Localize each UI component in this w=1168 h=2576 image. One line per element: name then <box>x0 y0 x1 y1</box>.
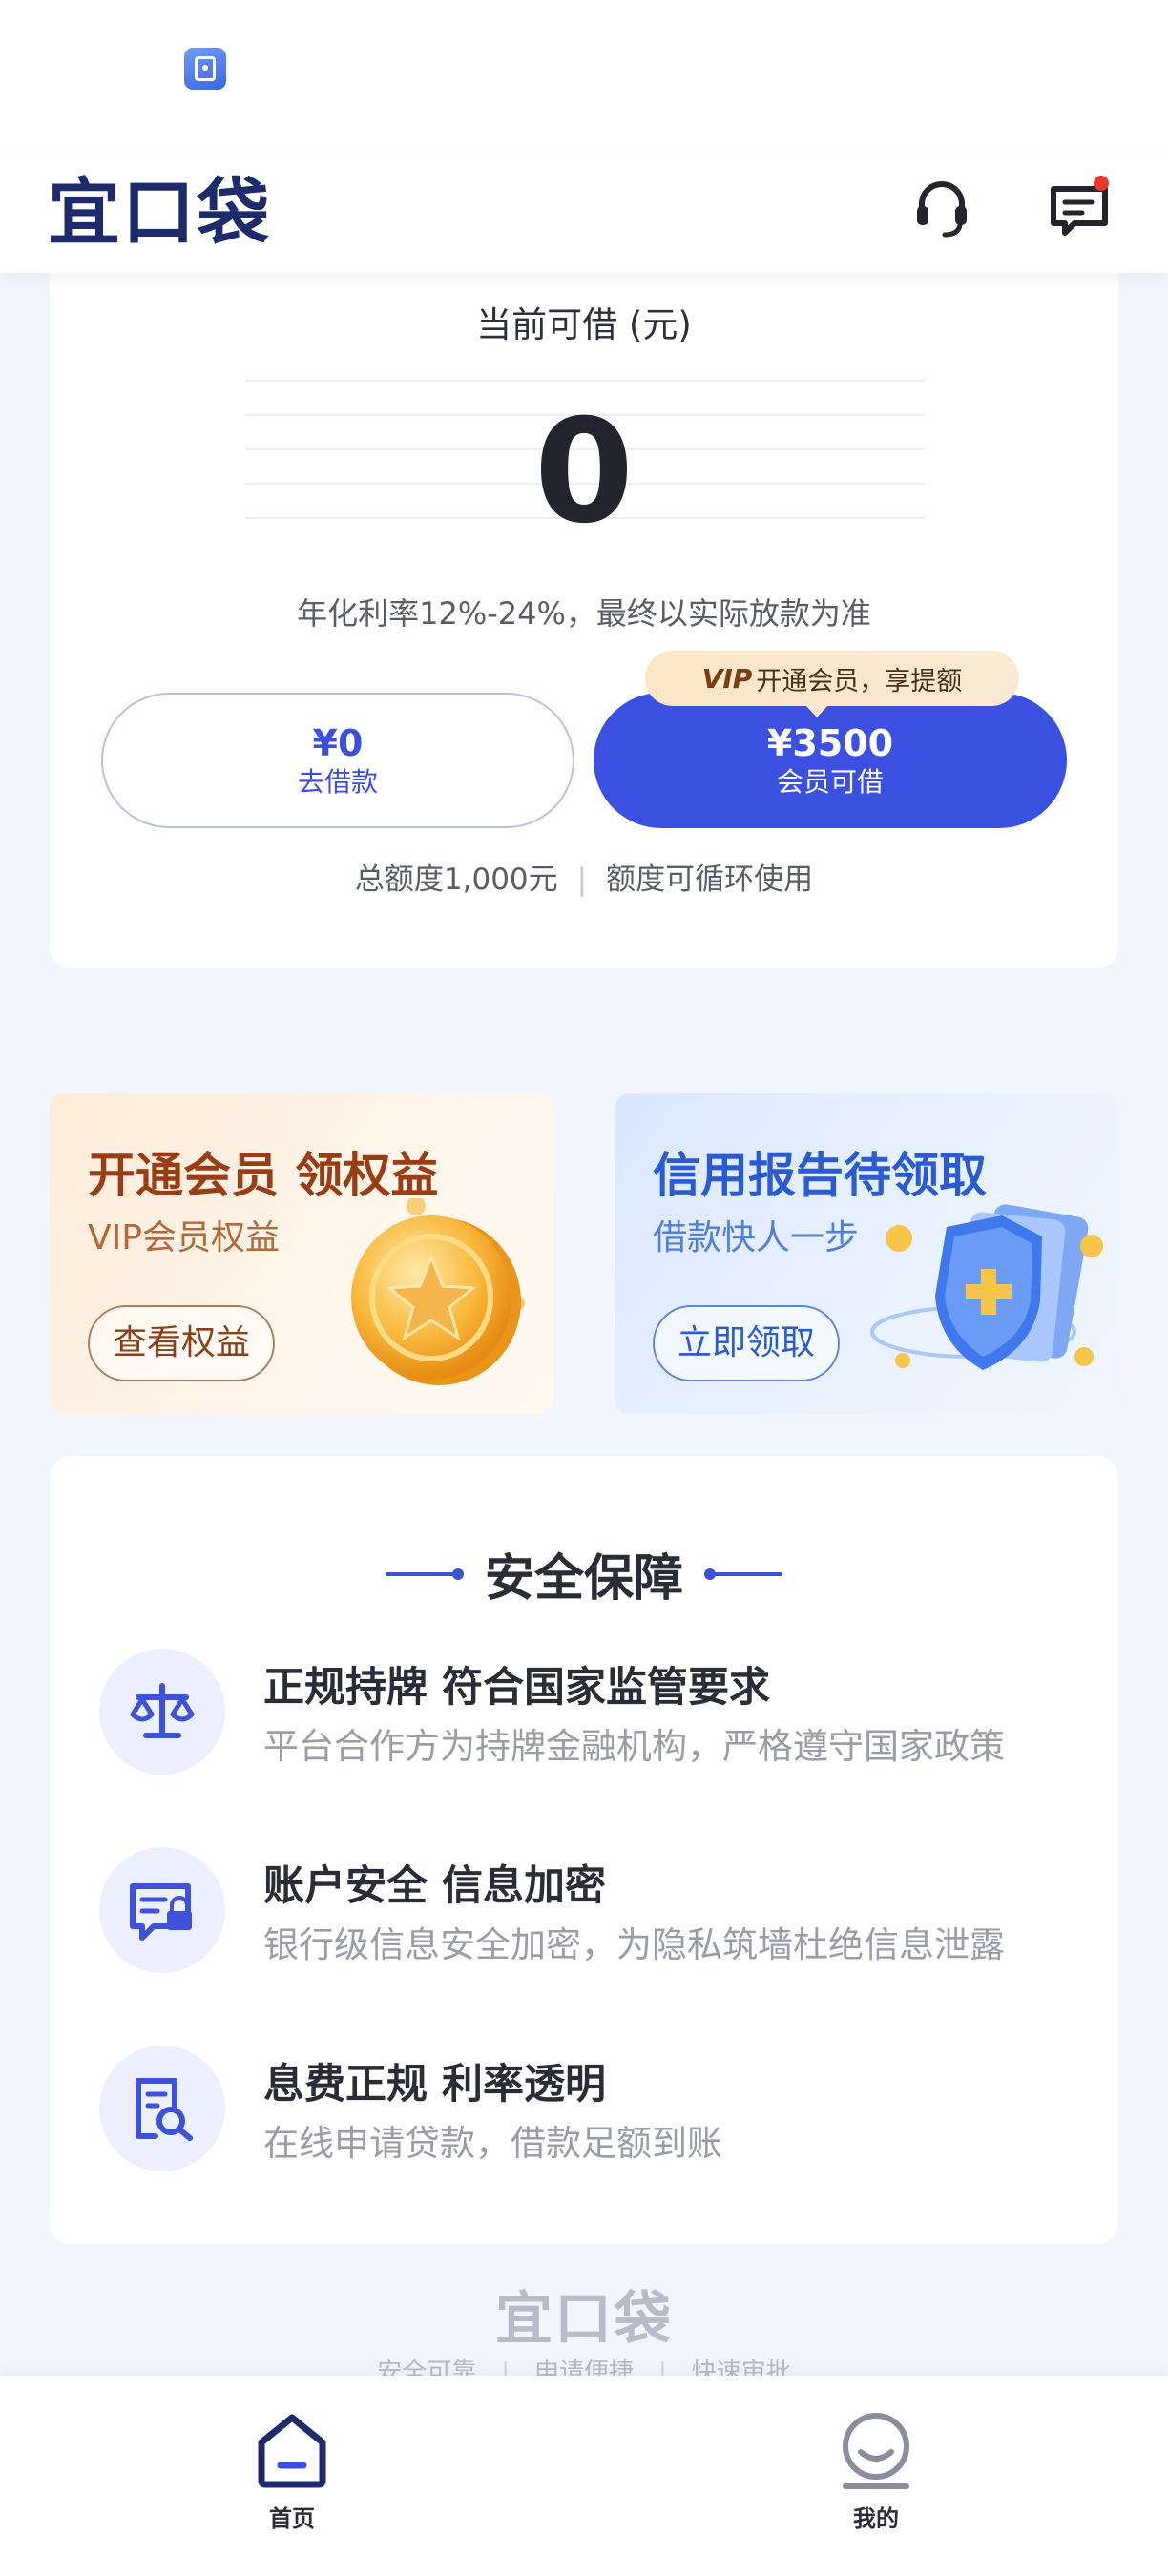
bottom-navigation: 首页 我的 <box>0 2376 1168 2576</box>
security-section: 安全保障 正规持牌 符合国家监管要求 平台合作方为持牌金融机构，严格遵守国家政策 <box>50 1456 1118 2244</box>
security-item-title: 正规持牌 符合国家监管要求 <box>263 1664 770 1712</box>
notification-dot <box>1094 176 1109 191</box>
vip-borrow-label: 会员可借 <box>776 766 884 798</box>
security-item-title: 息费正规 利率透明 <box>263 2061 606 2109</box>
app-header: 宜口袋 <box>0 153 1168 273</box>
security-item-desc: 平台合作方为持牌金融机构，严格遵守国家政策 <box>263 1726 1005 1767</box>
vip-borrow-amount: ¥3500 <box>766 722 894 764</box>
nav-mine-label: 我的 <box>853 2505 899 2532</box>
credit-report-card[interactable]: 信用报告待领取 借款快人一步 立即领取 <box>615 1093 1118 1414</box>
borrow-label: 去借款 <box>297 766 378 798</box>
home-icon <box>258 2414 326 2488</box>
vip-borrow-button[interactable]: ¥3500 会员可借 <box>594 693 1067 828</box>
gold-coin-icon <box>351 1198 525 1385</box>
vip-tip-text: 开通会员，享提额 <box>756 666 963 696</box>
vip-benefits-card[interactable]: 开通会员 领权益 VIP会员权益 查看权益 <box>50 1093 553 1414</box>
vip-benefits-subtitle: VIP会员权益 <box>88 1218 280 1257</box>
app-notification-icon <box>184 48 226 90</box>
borrow-amount: ¥0 <box>312 722 364 764</box>
security-header: 安全保障 <box>50 1538 1118 1610</box>
customer-service-icon[interactable] <box>908 174 975 240</box>
view-benefits-button[interactable]: 查看权益 <box>88 1305 276 1381</box>
nav-home[interactable]: 首页 <box>197 2410 387 2533</box>
total-quota: 总额度1,000元 <box>354 862 558 897</box>
message-icon[interactable] <box>1046 174 1113 240</box>
vip-badge-icon: VIP <box>701 662 753 695</box>
status-bar <box>0 0 1168 153</box>
security-item-title: 账户安全 信息加密 <box>263 1862 606 1910</box>
title-decoration-left <box>385 1568 464 1580</box>
footer-logo: 宜口袋 <box>495 2286 673 2353</box>
security-item-fees: 息费正规 利率透明 在线申请贷款，借款足额到账 <box>99 2046 1082 2179</box>
document-search-icon <box>99 2046 225 2171</box>
loan-card: 当前可借 (元) 0 年化利率12%-24%，最终以实际放款为准 ¥0 去借款 … <box>50 258 1118 968</box>
claim-report-button[interactable]: 立即领取 <box>653 1305 841 1381</box>
quota-note: 额度可循环使用 <box>606 862 814 897</box>
credit-report-subtitle: 借款快人一步 <box>653 1218 860 1257</box>
scale-icon <box>99 1649 225 1775</box>
divider: | <box>576 862 588 897</box>
app-logo: 宜口袋 <box>48 170 271 255</box>
security-title: 安全保障 <box>484 1550 683 1608</box>
security-item-desc: 银行级信息安全加密，为隐私筑墙杜绝信息泄露 <box>263 1924 1005 1965</box>
vip-upgrade-tip[interactable]: VIP 开通会员，享提额 <box>645 651 1019 717</box>
profile-icon <box>843 2413 909 2489</box>
security-item-account: 账户安全 信息加密 银行级信息安全加密，为隐私筑墙杜绝信息泄露 <box>99 1847 1082 1981</box>
quota-info: 总额度1,000元 | 额度可循环使用 <box>50 855 1118 898</box>
interest-rate-note: 年化利率12%-24%，最终以实际放款为准 <box>297 595 871 632</box>
vip-benefits-title: 开通会员 领权益 <box>88 1148 439 1203</box>
nav-home-label: 首页 <box>269 2505 315 2532</box>
shield-icon <box>870 1204 1103 1370</box>
security-item-desc: 在线申请贷款，借款足额到账 <box>263 2123 722 2164</box>
secure-message-icon <box>99 1847 225 1973</box>
available-credit-label: 当前可借 (元) <box>476 304 692 345</box>
available-credit-amount: 0 <box>533 389 635 555</box>
title-decoration-right <box>704 1568 782 1580</box>
borrow-button[interactable]: ¥0 去借款 <box>101 693 574 828</box>
security-item-licensed: 正规持牌 符合国家监管要求 平台合作方为持牌金融机构，严格遵守国家政策 <box>99 1649 1082 1782</box>
nav-mine[interactable]: 我的 <box>781 2410 971 2533</box>
